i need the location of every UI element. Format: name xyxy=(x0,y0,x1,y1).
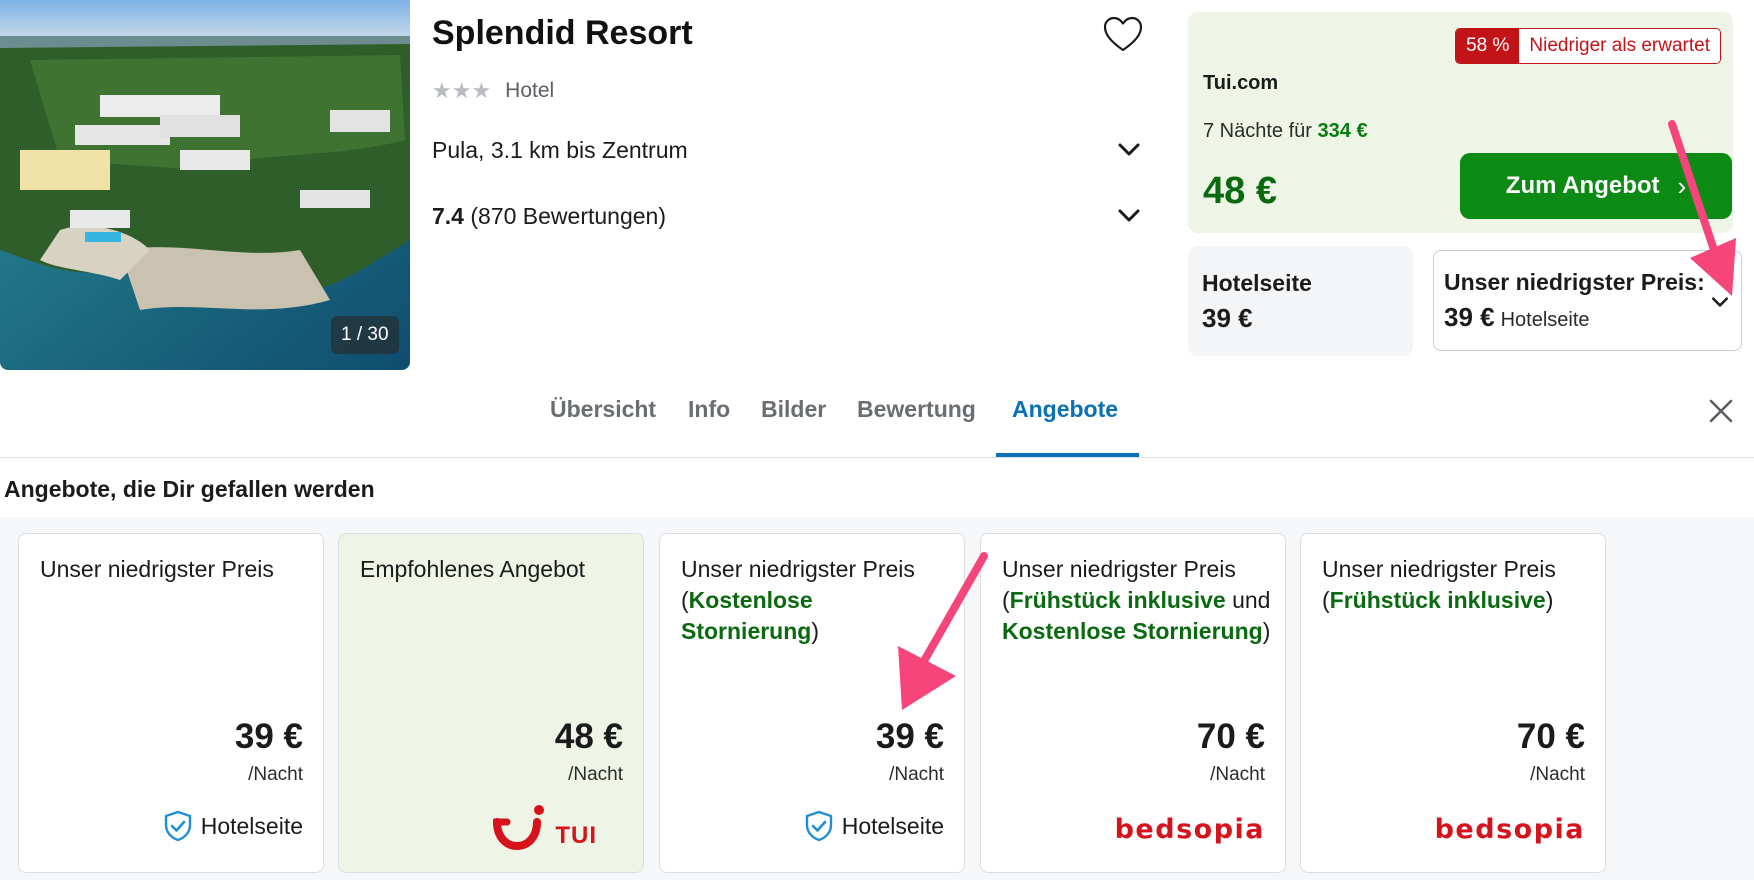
offer-source-label: Hotelseite xyxy=(200,812,303,839)
hotel-photo-illustration xyxy=(0,0,410,370)
lowest-price-value: 39 € xyxy=(1444,302,1495,332)
lowest-price-dropdown[interactable]: Unser niedrigster Preis: 39 € Hotelseite xyxy=(1433,250,1742,351)
nights-prefix: 7 Nächte für xyxy=(1203,120,1312,142)
offer-title-paren: ( xyxy=(681,587,689,613)
offer-per-night: /Nacht xyxy=(248,764,303,785)
location-text: Pula, 3.1 km bis Zentrum xyxy=(432,136,688,163)
tui-logo: TUI xyxy=(493,804,597,850)
offer-title: Unser niedrigster Preis (Frühstück inklus… xyxy=(1002,554,1274,647)
star-rating: ★★★ xyxy=(432,78,492,103)
offer-price: 39 € xyxy=(234,717,303,756)
lowest-price-source: Hotelseite xyxy=(1500,309,1590,331)
offer-feature-breakfast: Frühstück inklusive xyxy=(1009,587,1226,613)
offer-title-paren: ) xyxy=(1545,587,1554,613)
offer-card[interactable]: Unser niedrigster Preis (Frühstück inklus… xyxy=(1300,533,1606,873)
chevron-down-icon xyxy=(1118,143,1140,156)
offer-source: Hotelseite xyxy=(163,810,303,842)
price-drop-badge: 58 % Niedriger als erwartet xyxy=(1455,28,1721,64)
badge-percent: 58 % xyxy=(1456,29,1520,63)
offer-title-conjunction: und xyxy=(1225,587,1271,613)
hotel-info: Splendid Resort ★★★ Hotel Pula, 3.1 km b… xyxy=(432,0,1144,370)
view-deal-button[interactable]: Zum Angebot › xyxy=(1460,153,1732,219)
featured-deal: 58 % Niedriger als erwartet Tui.com 7 Nä… xyxy=(1188,12,1733,233)
reviews-row[interactable]: 7.4 (870 Bewertungen) xyxy=(432,194,1142,238)
offer-feature-breakfast: Frühstück inklusive xyxy=(1329,587,1546,613)
offer-title-main: Unser niedrigster Preis xyxy=(1002,556,1236,582)
offer-feature-free-cancellation: Kostenlose Stornierung xyxy=(681,587,813,644)
chevron-down-icon xyxy=(1711,297,1729,307)
shield-check-icon xyxy=(164,810,191,842)
offer-price: 70 € xyxy=(1196,717,1265,756)
view-deal-label: Zum Angebot xyxy=(1505,172,1660,199)
offer-title-paren: ( xyxy=(1322,587,1330,613)
offer-card[interactable]: Unser niedrigster Preis 39 € /Nacht Hote… xyxy=(18,533,324,873)
offer-per-night: /Nacht xyxy=(1210,764,1265,785)
hotel-site-price[interactable]: Hotelseite 39 € xyxy=(1188,246,1413,356)
image-counter: 1 / 30 xyxy=(331,316,399,354)
rating-count: (870 Bewertungen) xyxy=(470,202,666,229)
offer-title-paren: ) xyxy=(1262,618,1271,644)
offer-title: Unser niedrigster Preis (Frühstück inklus… xyxy=(1322,554,1594,616)
offer-price: 70 € xyxy=(1516,717,1585,756)
deal-price: 48 € xyxy=(1203,170,1277,212)
offer-feature-free-cancellation: Kostenlose Stornierung xyxy=(1002,618,1263,644)
chevron-right-icon: › xyxy=(1677,170,1687,201)
close-icon[interactable] xyxy=(1708,398,1734,424)
offer-source: Hotelseite xyxy=(804,810,944,842)
bedsopia-logo: bedsopia xyxy=(1114,814,1265,845)
active-tab-indicator xyxy=(996,453,1139,457)
offer-card[interactable]: Unser niedrigster Preis (Kostenlose Storn… xyxy=(659,533,965,873)
tab-reviews[interactable]: Bewertung xyxy=(857,396,976,423)
hotel-site-price-value: 39 € xyxy=(1202,303,1253,333)
offers-section-title: Angebote, die Dir gefallen werden xyxy=(4,476,375,502)
hotel-type: Hotel xyxy=(505,79,555,102)
lowest-price-title: Unser niedrigster Preis: xyxy=(1444,269,1705,295)
offer-per-night: /Nacht xyxy=(568,764,623,785)
offer-card[interactable]: Empfohlenes Angebot 48 € /Nacht TUI xyxy=(338,533,644,873)
hotel-photo[interactable]: 1 / 30 xyxy=(0,0,410,370)
offer-price: 48 € xyxy=(554,717,623,756)
offer-title-paren: ( xyxy=(1002,587,1010,613)
offer-title-paren: ) xyxy=(811,618,820,644)
offer-title: Unser niedrigster Preis xyxy=(40,556,274,582)
offer-price: 39 € xyxy=(875,717,944,756)
nights-total-price: 334 € xyxy=(1317,120,1368,142)
offer-per-night: /Nacht xyxy=(1530,764,1585,785)
tab-offers[interactable]: Angebote xyxy=(1012,396,1118,423)
offer-source-label: Hotelseite xyxy=(841,812,944,839)
heart-icon[interactable] xyxy=(1102,14,1144,56)
deal-provider: Tui.com xyxy=(1203,72,1279,94)
offer-title: Unser niedrigster Preis (Kostenlose Storn… xyxy=(681,554,953,647)
offer-title-main: Unser niedrigster Preis xyxy=(1322,556,1556,582)
tab-images[interactable]: Bilder xyxy=(761,396,826,423)
tab-overview[interactable]: Übersicht xyxy=(550,396,656,423)
offer-title-main: Unser niedrigster Preis xyxy=(681,556,915,582)
rating-stars-row: ★★★ Hotel xyxy=(432,78,554,104)
rating-score: 7.4 xyxy=(432,202,464,229)
offer-title: Empfohlenes Angebot xyxy=(360,556,586,582)
tui-logo-text: TUI xyxy=(555,822,597,849)
nights-summary: 7 Nächte für 334 € xyxy=(1203,120,1368,143)
tui-smile-icon xyxy=(493,805,545,850)
offer-card[interactable]: Unser niedrigster Preis (Frühstück inklus… xyxy=(980,533,1286,873)
chevron-down-icon xyxy=(1118,209,1140,222)
location-row[interactable]: Pula, 3.1 km bis Zentrum xyxy=(432,128,1142,172)
tab-bar: Übersicht Info Bilder Bewertung Angebote xyxy=(0,380,1754,458)
offer-per-night: /Nacht xyxy=(889,764,944,785)
shield-check-icon xyxy=(805,810,832,842)
bedsopia-logo: bedsopia xyxy=(1434,814,1585,845)
tab-info[interactable]: Info xyxy=(688,396,730,423)
badge-label: Niedriger als erwartet xyxy=(1519,29,1720,63)
lowest-price-line: 39 € Hotelseite xyxy=(1444,302,1731,333)
hotel-name: Splendid Resort xyxy=(432,14,693,52)
rating-text: 7.4 (870 Bewertungen) xyxy=(432,203,666,230)
hotel-site-title: Hotelseite xyxy=(1202,270,1312,296)
